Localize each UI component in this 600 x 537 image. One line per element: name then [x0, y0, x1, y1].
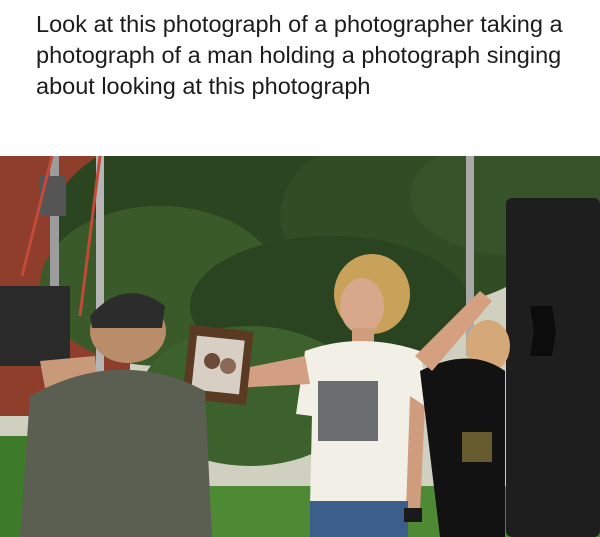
- meme-post: Look at this photograph of a photographe…: [0, 0, 600, 537]
- caption-text: Look at this photograph of a photographe…: [36, 11, 563, 99]
- caption-area: Look at this photograph of a photographe…: [0, 0, 600, 156]
- reflector-panel-icon: [506, 198, 600, 537]
- photo[interactable]: [0, 156, 600, 537]
- photo-illustration: [0, 156, 600, 537]
